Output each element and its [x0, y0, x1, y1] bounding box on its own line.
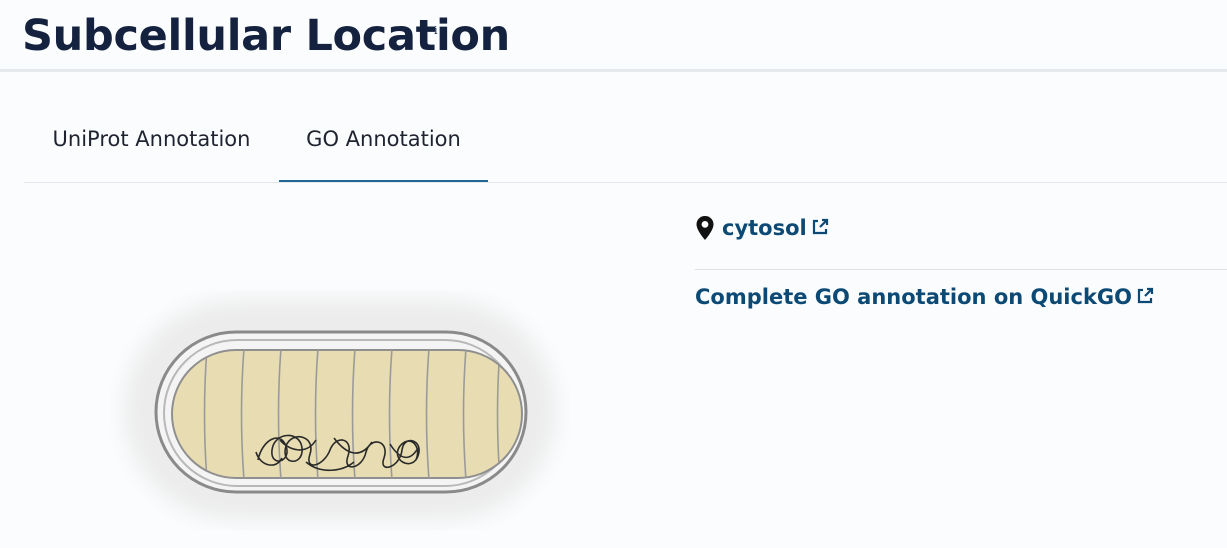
location-label: cytosol	[722, 216, 807, 240]
annotation-tabs: UniProt Annotation GO Annotation	[24, 100, 1227, 183]
quickgo-link[interactable]: Complete GO annotation on QuickGO	[695, 285, 1154, 309]
tab-go-annotation[interactable]: GO Annotation	[279, 100, 488, 182]
map-pin-icon	[696, 216, 714, 240]
info-icon[interactable]: i	[434, 24, 438, 37]
divider	[695, 269, 1227, 270]
external-link-icon	[1137, 287, 1154, 304]
external-link-icon	[812, 218, 828, 235]
location-link-cytosol[interactable]: cytosol	[722, 216, 829, 240]
tab-uniprot-annotation[interactable]: UniProt Annotation	[24, 100, 279, 182]
location-item: cytosol	[695, 210, 829, 246]
subcellular-location-page: Subcellular Location i UniProt Annotatio…	[0, 0, 1227, 548]
quickgo-label: Complete GO annotation on QuickGO	[695, 285, 1133, 309]
section-header: Subcellular Location i	[0, 0, 1227, 72]
cell-illustration	[124, 300, 556, 520]
quickgo-row: Complete GO annotation on QuickGO	[695, 280, 1154, 314]
